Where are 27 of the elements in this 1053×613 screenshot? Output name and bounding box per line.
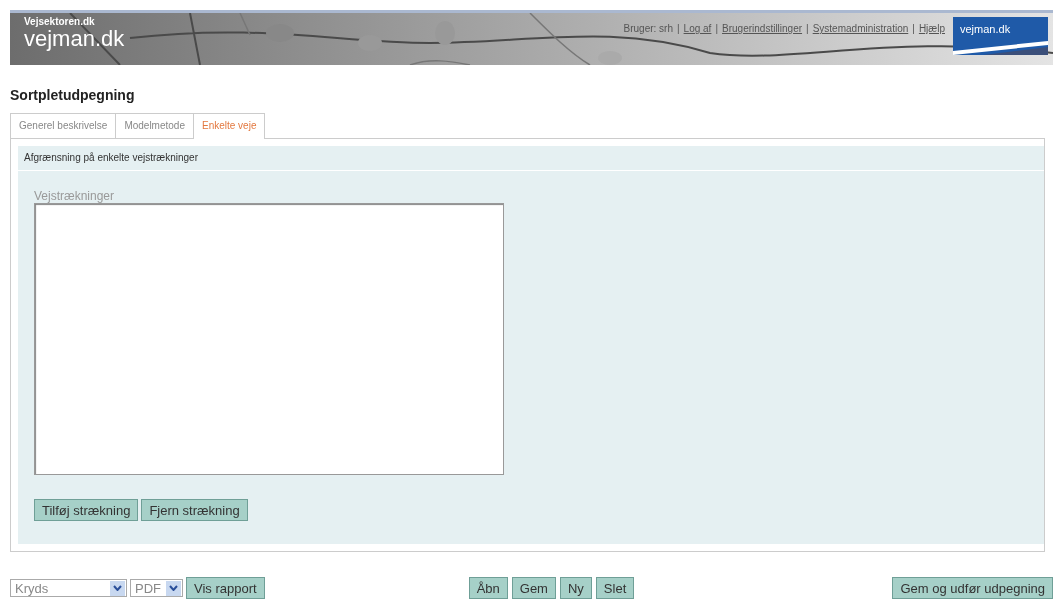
list-label: Vejstrækninger [34, 189, 116, 203]
button[interactable]: Fjern strækning [141, 499, 248, 521]
separator: | [806, 23, 809, 34]
dropdown[interactable]: PDF [130, 579, 183, 597]
tab[interactable]: Generel beskrivelse [10, 113, 117, 138]
button[interactable]: Åbn [468, 577, 508, 599]
separator: | [677, 23, 680, 34]
section-heading: Afgrænsning på enkelte vejstrækninger [18, 146, 1044, 171]
button[interactable]: Vis rapport [186, 577, 265, 599]
tab[interactable]: Enkelte veje [192, 113, 266, 139]
button[interactable]: Gem [511, 577, 556, 599]
page-title: Sortpletudpegning [10, 87, 136, 105]
user-label: Bruger: srh [623, 23, 673, 34]
site-name: Vejsektoren.dk [24, 16, 96, 27]
button[interactable]: Slet [595, 577, 635, 599]
nav-link[interactable]: Systemadministration [812, 23, 909, 34]
separator: | [912, 23, 915, 34]
logo-text: vejman.dk [959, 22, 1012, 35]
separator: | [715, 23, 718, 34]
dropdown[interactable]: Kryds [10, 579, 127, 597]
nav-link[interactable]: Brugerindstillinger [722, 23, 803, 34]
button[interactable]: Gem og udfør udpegning [892, 577, 1053, 599]
button[interactable]: Tilføj strækning [34, 499, 139, 521]
brand-name: vejman.dk [24, 27, 125, 51]
nav-link[interactable]: Log af [683, 23, 712, 34]
button[interactable]: Ny [559, 577, 592, 599]
nav-link[interactable]: Hjælp [918, 23, 945, 34]
